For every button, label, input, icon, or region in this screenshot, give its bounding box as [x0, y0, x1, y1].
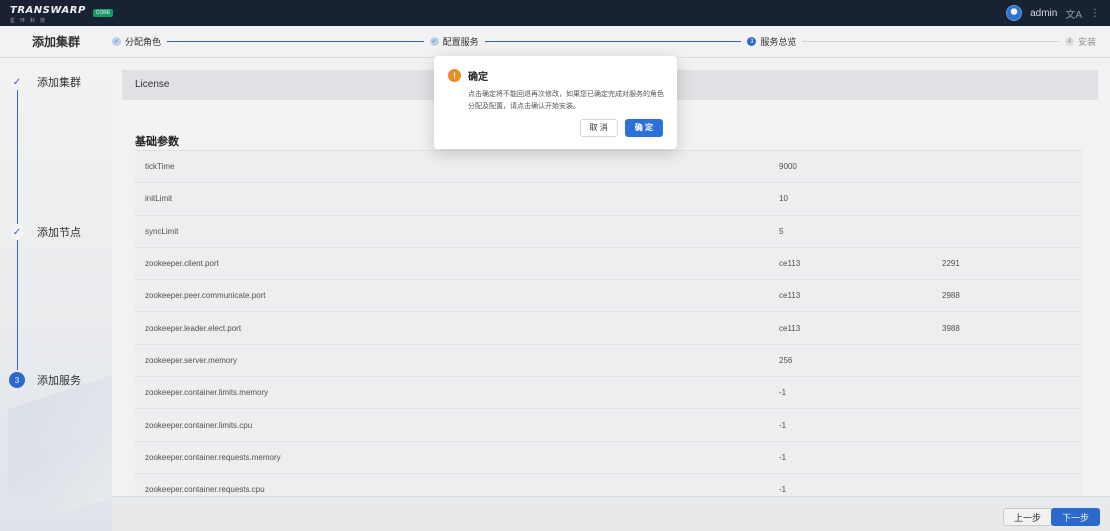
confirm-dialog: ! 确定 点击确定将不能回退再次修改，如果您已确定完成对服务的角色分配及配置，请…	[434, 56, 677, 149]
cancel-button[interactable]: 取 消	[579, 119, 618, 137]
warning-icon: !	[448, 69, 461, 82]
dialog-message: 点击确定将不能回退再次修改，如果您已确定完成对服务的角色分配及配置，请点击确认开…	[468, 91, 664, 110]
confirm-button[interactable]: 确 定	[624, 119, 663, 137]
dialog-title: 确定	[468, 72, 488, 83]
